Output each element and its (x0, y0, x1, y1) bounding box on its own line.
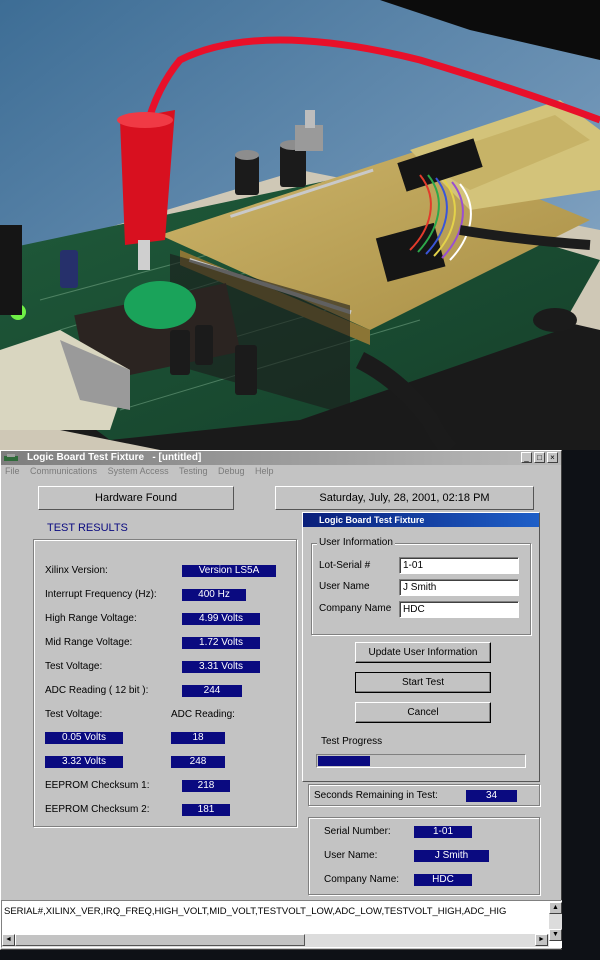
eeprom-checksum-2-label: EEPROM Checksum 2: (45, 804, 150, 815)
low-test-voltage-value: 0.05 Volts (45, 732, 123, 744)
user-info-group-caption: User Information (317, 537, 395, 548)
mid-range-voltage-label: Mid Range Voltage: (45, 637, 133, 648)
log-textbox[interactable]: SERIAL#,XILINX_VER,IRQ_FREQ,HIGH_VOLT,MI… (1, 900, 562, 948)
scroll-down-button[interactable]: ▼ (549, 929, 562, 941)
test-results-panel: Xilinx Version: Version LS5A Interrupt F… (33, 539, 297, 827)
menu-help[interactable]: Help (255, 466, 274, 476)
hardware-status-panel: Hardware Found (38, 486, 234, 510)
pair-header-adc: ADC Reading: (171, 709, 235, 720)
summary-company-label: Company Name: (324, 874, 400, 885)
hardware-photo (0, 0, 600, 450)
summary-company-value: HDC (414, 874, 472, 886)
user-name-label: User Name (319, 581, 370, 592)
hardware-status-text: Hardware Found (95, 492, 177, 504)
summary-panel: Serial Number: 1-01 User Name: J Smith C… (308, 817, 540, 895)
company-name-label: Company Name (319, 603, 392, 614)
app-window: Logic Board Test Fixture - [untitled] _ … (0, 450, 562, 950)
datetime-text: Saturday, July, 28, 2001, 02:18 PM (319, 492, 490, 504)
window-titlebar[interactable]: Logic Board Test Fixture - [untitled] _ … (1, 451, 561, 465)
menu-debug[interactable]: Debug (218, 466, 245, 476)
adc-reading-label: ADC Reading ( 12 bit ): (45, 685, 149, 696)
eeprom-checksum-2-value: 181 (182, 804, 230, 816)
high-range-voltage-value: 4.99 Volts (182, 613, 260, 625)
menu-system-access[interactable]: System Access (108, 466, 169, 476)
menu-testing[interactable]: Testing (179, 466, 208, 476)
minimize-button[interactable]: _ (521, 452, 532, 463)
summary-user-value: J Smith (414, 850, 489, 862)
test-results-title: TEST RESULTS (47, 522, 128, 534)
update-user-info-button[interactable]: Update User Information (355, 642, 491, 663)
high-range-voltage-label: High Range Voltage: (45, 613, 137, 624)
adc-reading-value: 244 (182, 685, 242, 697)
pair-header-voltage: Test Voltage: (45, 709, 103, 720)
test-fixture-board-image (0, 0, 600, 450)
scroll-right-button[interactable]: ► (535, 934, 548, 946)
horizontal-scroll-track[interactable]: ◄ ► (2, 934, 549, 947)
mid-range-voltage-value: 1.72 Volts (182, 637, 260, 649)
menu-bar: File Communications System Access Testin… (5, 466, 282, 478)
user-info-dialog: Logic Board Test Fixture User Informatio… (302, 512, 540, 782)
eeprom-checksum-1-label: EEPROM Checksum 1: (45, 780, 150, 791)
company-name-input[interactable]: HDC (399, 601, 519, 618)
xilinx-version-value: Version LS5A (182, 565, 276, 577)
dialog-title[interactable]: Logic Board Test Fixture (303, 513, 539, 527)
maximize-button[interactable]: □ (534, 452, 545, 463)
test-voltage-label: Test Voltage: (45, 661, 103, 672)
close-button[interactable]: × (547, 452, 558, 463)
scroll-up-button[interactable]: ▲ (549, 902, 562, 914)
seconds-remaining-panel: Seconds Remaining in Test: 34 (308, 784, 540, 806)
test-voltage-value: 3.31 Volts (182, 661, 260, 673)
lot-serial-input[interactable]: 1-01 (399, 557, 519, 574)
high-test-voltage-value: 3.32 Volts (45, 756, 123, 768)
test-progress-bar (316, 754, 526, 768)
summary-serial-value: 1-01 (414, 826, 472, 838)
menu-communications[interactable]: Communications (30, 466, 97, 476)
high-adc-value: 248 (171, 756, 225, 768)
window-title: Logic Board Test Fixture - [untitled] (27, 452, 202, 463)
test-progress-fill (318, 756, 370, 766)
user-name-input[interactable]: J Smith (399, 579, 519, 596)
lot-serial-label: Lot-Serial # (319, 560, 371, 571)
eeprom-checksum-1-value: 218 (182, 780, 230, 792)
cancel-button[interactable]: Cancel (355, 702, 491, 723)
app-icon (4, 454, 18, 461)
summary-user-label: User Name: (324, 850, 378, 861)
seconds-remaining-value: 34 (466, 790, 517, 802)
interrupt-frequency-label: Interrupt Frequency (Hz): (45, 589, 157, 600)
menu-file[interactable]: File (5, 466, 20, 476)
horizontal-scroll-thumb[interactable] (15, 934, 305, 946)
low-adc-value: 18 (171, 732, 225, 744)
xilinx-version-label: Xilinx Version: (45, 565, 108, 576)
start-test-button[interactable]: Start Test (355, 672, 491, 693)
summary-serial-label: Serial Number: (324, 826, 391, 837)
interrupt-frequency-value: 400 Hz (182, 589, 246, 601)
seconds-remaining-label: Seconds Remaining in Test: (314, 790, 438, 801)
vertical-scroll-track[interactable] (549, 914, 562, 930)
datetime-panel: Saturday, July, 28, 2001, 02:18 PM (275, 486, 534, 510)
log-line: SERIAL#,XILINX_VER,IRQ_FREQ,HIGH_VOLT,MI… (4, 906, 507, 917)
scroll-left-button[interactable]: ◄ (2, 934, 15, 946)
test-progress-label: Test Progress (321, 736, 383, 747)
